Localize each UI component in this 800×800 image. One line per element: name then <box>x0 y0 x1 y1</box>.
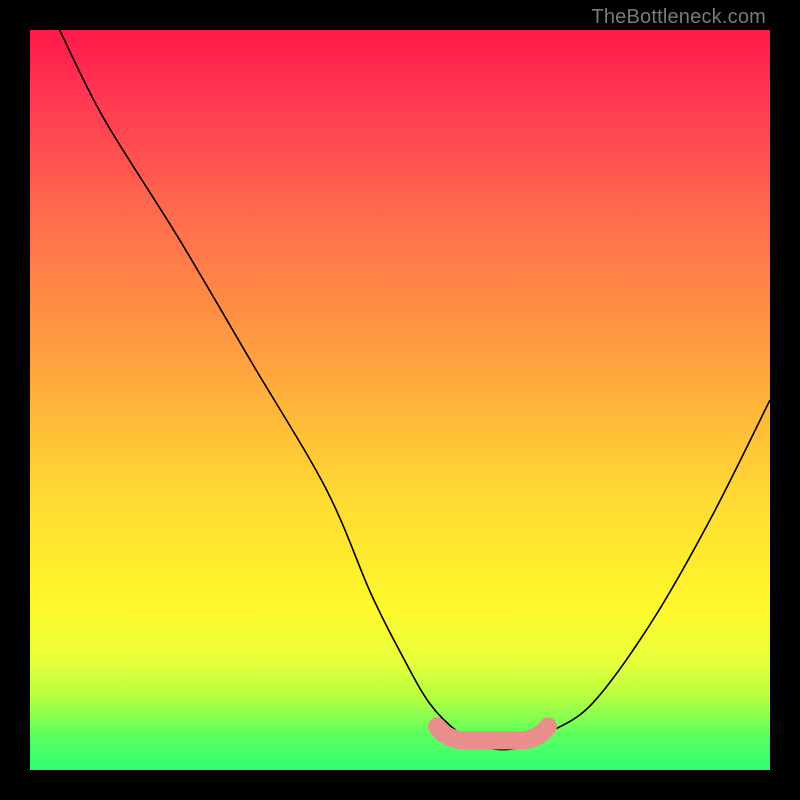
plot-area <box>30 30 770 770</box>
bottleneck-curve <box>30 30 770 770</box>
chart-frame: TheBottleneck.com <box>0 0 800 800</box>
watermark-text: TheBottleneck.com <box>591 6 766 29</box>
optimal-range-marker <box>30 30 770 770</box>
